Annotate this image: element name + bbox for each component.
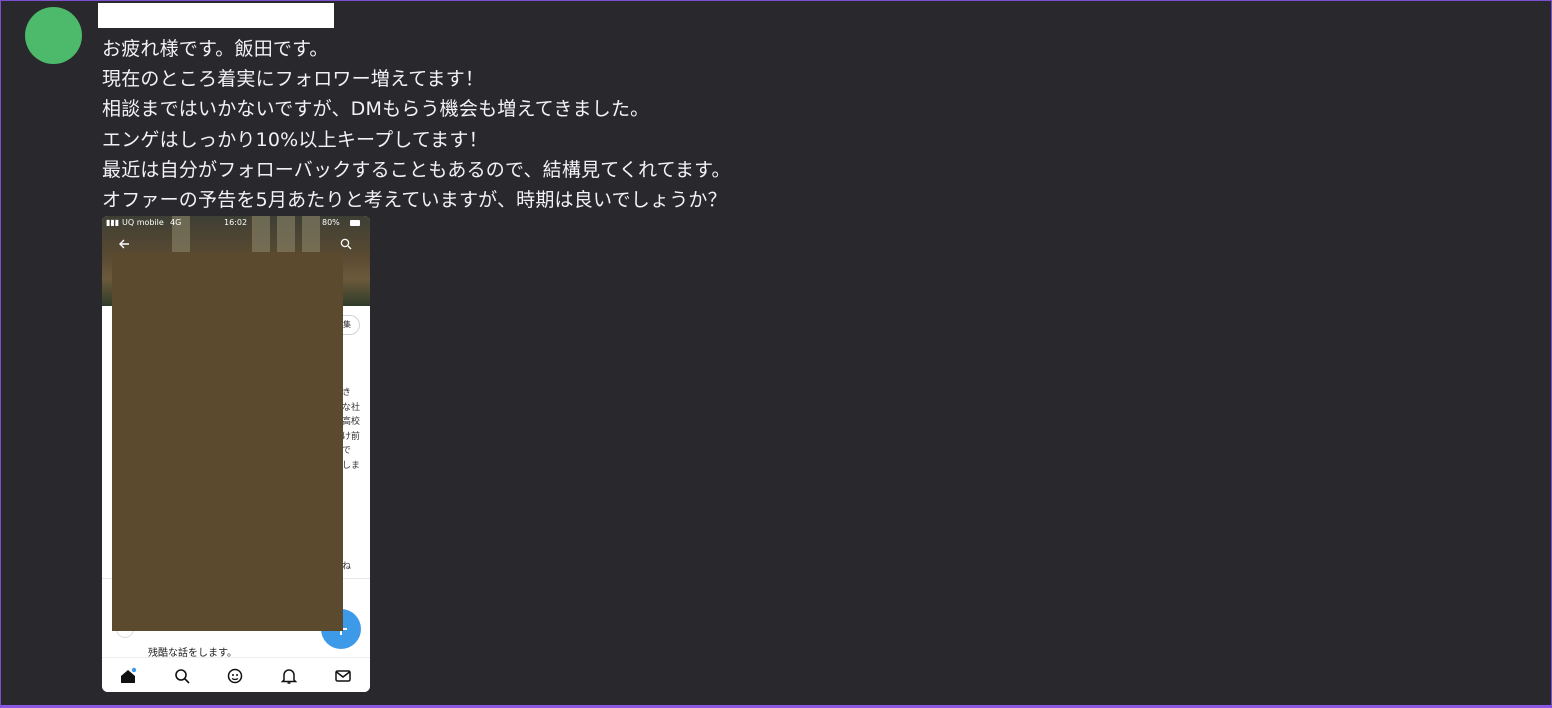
message-line: 最近は自分がフォローバックすることもあるので、結構見てくれてます。 [102, 158, 731, 181]
battery-icon [350, 220, 360, 226]
bell-icon[interactable] [280, 667, 298, 685]
phone-status-bar: ▮▮▮ UQ mobile 4G 16:02 80% [102, 218, 370, 230]
grok-icon[interactable] [226, 667, 244, 685]
battery-label: 80% [322, 218, 340, 227]
username-redacted [98, 3, 334, 28]
message-line: 現在のところ着実にフォロワー増えてます！ [102, 68, 485, 91]
message-line: エンゲはしっかり10%以上キープしてます！ [102, 128, 488, 151]
carrier-label: UQ mobile [122, 218, 164, 227]
message-line: お疲れ様です。飯田です。 [102, 38, 329, 60]
network-label: 4G [170, 218, 182, 227]
image-attachment[interactable]: ▮▮▮ UQ mobile 4G 16:02 80% 集 き な社 高校 け前 … [102, 216, 370, 692]
message-line: オファーの予告を5月あたりと考えていますが、時期は良いでしょうか？ [102, 189, 727, 212]
bottom-nav [102, 657, 370, 692]
message-line: 相談まではいかないですが、DMもらう機会も増えてきました。 [102, 98, 650, 121]
search-icon[interactable] [173, 667, 191, 685]
signal-icon: ▮▮▮ [106, 218, 120, 227]
bio-text-fragments: き な社 高校 け前 で しま [342, 388, 361, 471]
mail-icon[interactable] [334, 667, 352, 685]
clock-label: 16:02 [224, 218, 248, 227]
message-body: お疲れ様です。飯田です。 現在のところ着実にフォロワー増えてます！ 相談まではい… [102, 34, 731, 215]
redacted-area [112, 252, 343, 631]
bio-text-fragment: ね [342, 562, 352, 572]
home-icon[interactable] [119, 667, 137, 685]
user-avatar[interactable] [25, 7, 82, 64]
